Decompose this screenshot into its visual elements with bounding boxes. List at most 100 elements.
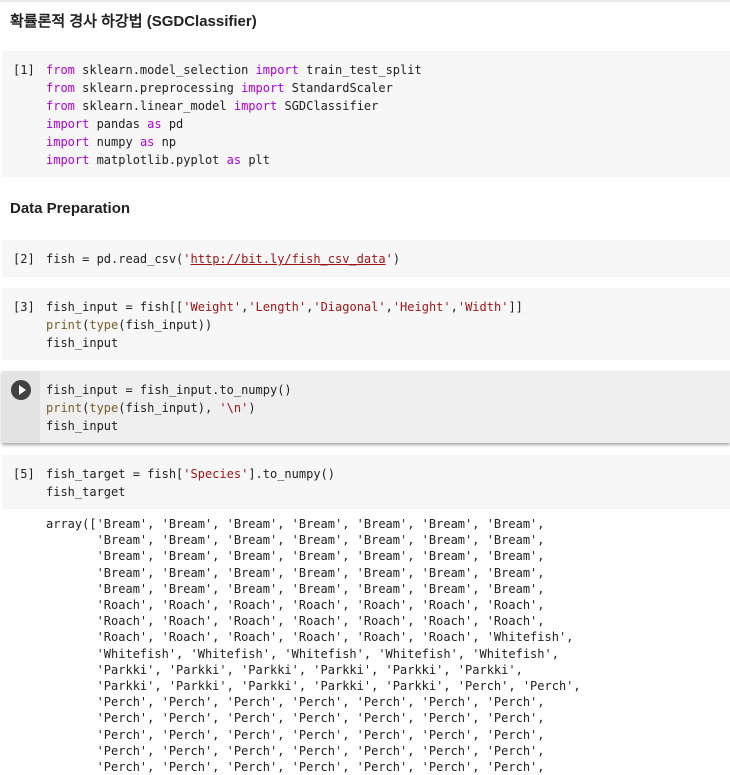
output-line: 'Roach', 'Roach', 'Roach', 'Roach', 'Roa… [46, 630, 574, 645]
section-heading-data-preparation: Data Preparation [10, 200, 131, 217]
code-token: sklearn.model_selection [74, 63, 256, 77]
code-token: 'Length' [248, 300, 307, 314]
output-line: 'Bream', 'Bream', 'Bream', 'Bream', 'Bre… [46, 533, 545, 548]
code-token: (fish_input)) [118, 318, 213, 332]
code-token: type [89, 318, 119, 332]
code-token: sklearn.linear_model [74, 99, 234, 113]
code-token: ' [183, 252, 191, 266]
code-token: ]] [508, 300, 523, 314]
code-line: print(type(fish_input)) [46, 316, 523, 334]
output-line: 'Perch', 'Perch', 'Perch', 'Perch', 'Per… [46, 727, 545, 742]
code-cell-4-active[interactable]: fish_input = fish_input.to_numpy() print(… [2, 371, 730, 443]
code-token: import [255, 63, 299, 77]
cell-prompt: [2] [13, 252, 35, 266]
code-token: ) [248, 401, 256, 415]
code-token: (fish_input), [118, 401, 220, 415]
code-token: from [46, 99, 75, 113]
code-link[interactable]: http://bit.ly/fish_csv_data [191, 252, 386, 266]
code-token: fish = pd.read_csv( [46, 252, 184, 266]
code-line: print(type(fish_input), '\n') [46, 399, 292, 417]
code-token: 'Weight' [183, 300, 242, 314]
code-token: fish_target [46, 485, 126, 499]
output-line: 'Whitefish', 'Whitefish', 'Whitefish', '… [46, 646, 559, 661]
code-token: type [89, 401, 119, 415]
code-cell-5[interactable]: [5] fish_target = fish['Species'].to_num… [2, 455, 730, 509]
code-token: 'Species' [183, 467, 249, 481]
code-token: from [46, 63, 75, 77]
code-token: matplotlib.pyplot [89, 153, 227, 167]
output-line: 'Parkki', 'Parkki', 'Parkki', 'Parkki', … [46, 679, 581, 694]
code-token: pd [161, 117, 184, 131]
code-line: from sklearn.preprocessing import Standa… [46, 79, 422, 97]
code-token: print [46, 318, 83, 332]
output-line: 'Bream', 'Bream', 'Bream', 'Bream', 'Bre… [46, 549, 545, 564]
code-cell-3[interactable]: [3] fish_input = fish[['Weight', 'Length'… [2, 288, 730, 360]
code-token: import [241, 81, 285, 95]
code-line: fish_input = fish[['Weight','Length','Di… [46, 298, 523, 316]
code-token: pandas [89, 117, 148, 131]
code-token: StandardScaler [284, 81, 393, 95]
code-editor[interactable]: fish = pd.read_csv('http://bit.ly/fish_c… [46, 250, 400, 268]
code-line: from sklearn.model_selection import trai… [46, 61, 422, 79]
output-line: 'Roach', 'Roach', 'Roach', 'Roach', 'Roa… [46, 598, 545, 613]
code-token: 'Width' [457, 300, 509, 314]
code-editor[interactable]: fish_input = fish_input.to_numpy() print(… [46, 381, 292, 435]
code-line: import matplotlib.pyplot as plt [46, 151, 422, 169]
code-token: 'Diagonal' [313, 300, 386, 314]
cell-prompt: [1] [13, 63, 35, 77]
section-heading-sgd: 확률론적 경사 하강법 (SGDClassifier) [10, 13, 257, 30]
code-line: import numpy as np [46, 133, 422, 151]
top-divider [0, 0, 730, 2]
code-editor[interactable]: fish_target = fish['Species'].to_numpy()… [46, 465, 335, 501]
code-line: fish = pd.read_csv('http://bit.ly/fish_c… [46, 250, 400, 268]
code-token: SGDClassifier [277, 99, 379, 113]
code-token: print [46, 401, 83, 415]
code-token: fish_input [46, 419, 119, 433]
output-line: 'Perch', 'Perch', 'Perch', 'Perch', 'Per… [46, 760, 545, 775]
code-token: sklearn.preprocessing [74, 81, 242, 95]
code-token: from [46, 81, 75, 95]
output-line: 'Bream', 'Bream', 'Bream', 'Bream', 'Bre… [46, 581, 545, 596]
code-token: np [154, 135, 177, 149]
code-token: import [233, 99, 278, 113]
run-cell-button[interactable] [11, 380, 31, 400]
cell-prompt: [3] [13, 300, 35, 314]
output-line: 'Perch', 'Perch', 'Perch', 'Perch', 'Per… [46, 711, 545, 726]
output-line: 'Parkki', 'Parkki', 'Parkki', 'Parkki', … [46, 662, 523, 677]
code-line: fish_input = fish_input.to_numpy() [46, 381, 292, 399]
code-editor[interactable]: from sklearn.model_selection import trai… [46, 61, 422, 169]
code-line: import pandas as pd [46, 115, 422, 133]
code-token: fish_input = fish_input.to_numpy() [46, 383, 292, 397]
code-token: import [46, 117, 90, 131]
output-line: 'Roach', 'Roach', 'Roach', 'Roach', 'Roa… [46, 614, 545, 629]
code-token: 'Height' [392, 300, 451, 314]
output-line: 'Perch', 'Perch', 'Perch', 'Perch', 'Per… [46, 695, 545, 710]
code-token: plt [241, 153, 270, 167]
output-line: array(['Bream', 'Bream', 'Bream', 'Bream… [46, 517, 545, 531]
code-token: , [385, 300, 393, 314]
output-line: 'Bream', 'Bream', 'Bream', 'Bream', 'Bre… [46, 565, 545, 580]
code-token: fish_input [46, 336, 119, 350]
code-line: fish_target [46, 483, 335, 501]
cell-gutter [2, 371, 40, 443]
code-token: import [46, 135, 90, 149]
code-token: , [450, 300, 458, 314]
code-token: as [226, 153, 242, 167]
code-token: numpy [89, 135, 140, 149]
code-cell-1[interactable]: [1] from sklearn.model_selection import … [2, 51, 730, 177]
cell-prompt: [5] [13, 467, 35, 481]
code-cell-2[interactable]: [2] fish = pd.read_csv('http://bit.ly/fi… [2, 240, 730, 277]
code-token: as [139, 135, 155, 149]
code-line: fish_input [46, 334, 523, 352]
code-token: fish_input = fish[[ [46, 300, 184, 314]
output-line: 'Perch', 'Perch', 'Perch', 'Perch', 'Per… [46, 743, 545, 758]
code-token: train_test_split [298, 63, 422, 77]
code-editor[interactable]: fish_input = fish[['Weight','Length','Di… [46, 298, 523, 352]
code-token: ].to_numpy() [248, 467, 336, 481]
cell-output: array(['Bream', 'Bream', 'Bream', 'Bream… [46, 516, 581, 775]
code-token: ' [385, 252, 393, 266]
code-token: import [46, 153, 90, 167]
code-token: fish_target = fish[ [46, 467, 184, 481]
code-token: ) [392, 252, 401, 266]
code-token: as [147, 117, 162, 131]
